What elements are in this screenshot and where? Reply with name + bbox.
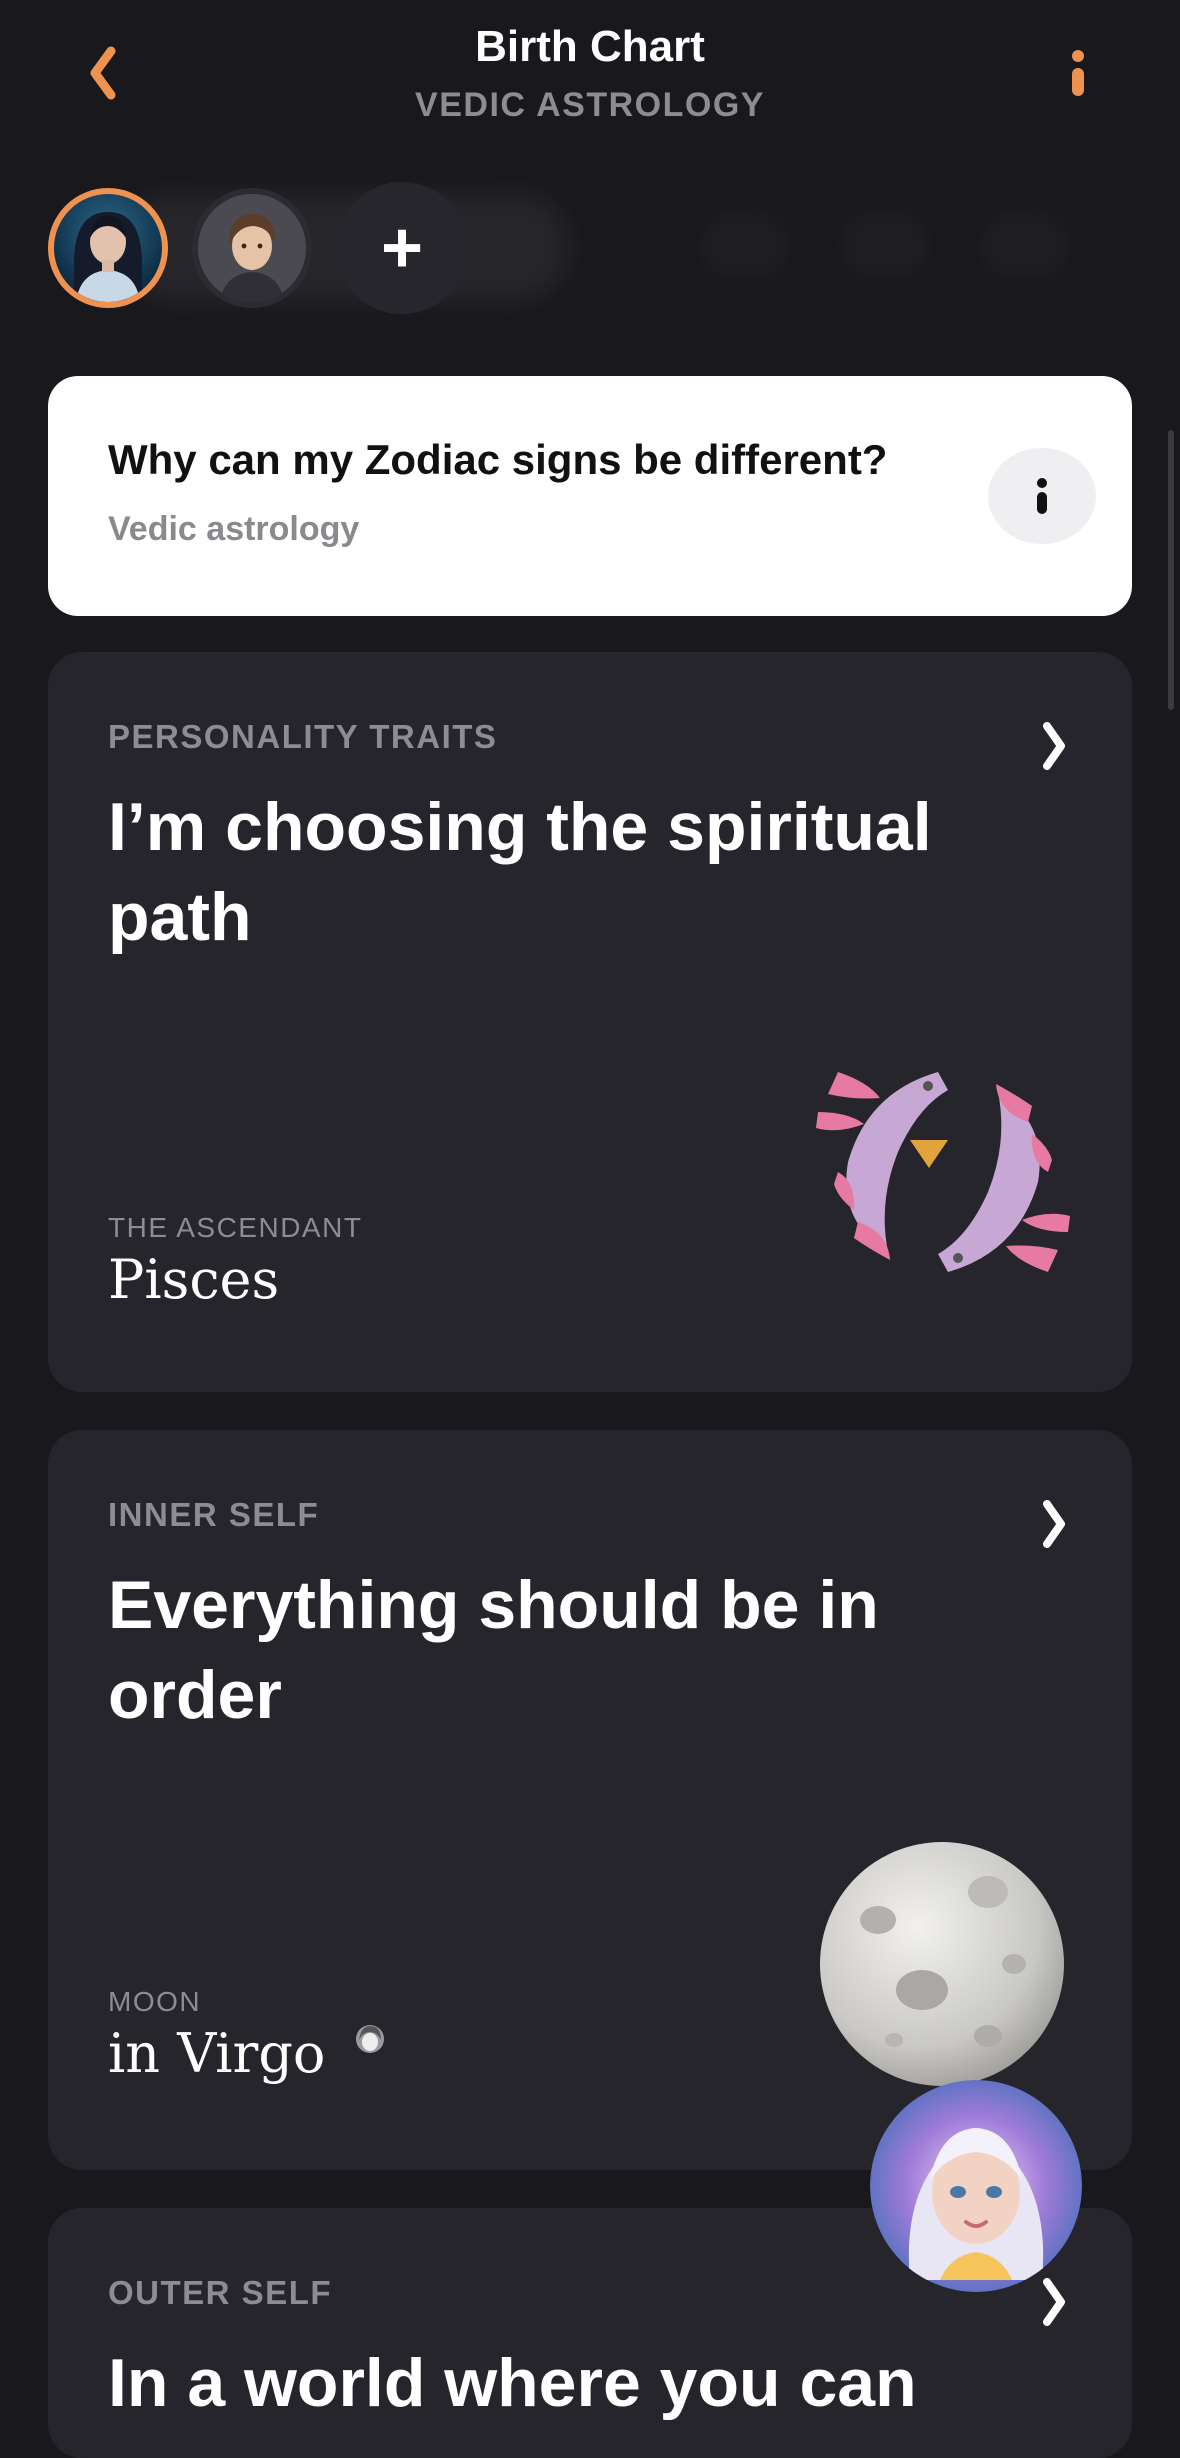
placeholder-blur [700, 210, 790, 280]
moon-icon [820, 1842, 1064, 2086]
card-value: Pisces [108, 1248, 280, 1311]
card-title: Everything should be in order [108, 1567, 879, 1733]
page-subtitle: VEDIC ASTROLOGY [415, 86, 765, 124]
card-value: in Virgo [108, 2022, 387, 2085]
card-title: I’m choosing the spiritual path [108, 789, 932, 955]
card-caption: THE ASCENDANT [108, 1212, 363, 1243]
assistant-avatar-button[interactable] [870, 2080, 1082, 2292]
scrollbar[interactable] [1168, 430, 1174, 710]
virgo-emoji-icon [355, 2025, 384, 2053]
chevron-right-icon[interactable] [1034, 716, 1074, 776]
zodiac-info-card[interactable]: Why can my Zodiac signs be different? Ve… [48, 376, 1132, 616]
pisces-icon [816, 1072, 1070, 1272]
avatar-man-icon [198, 194, 306, 302]
info-card-title: Why can my Zodiac signs be different? [108, 436, 888, 483]
card-caption: MOON [108, 1986, 202, 2017]
card-label: INNER SELF [108, 1496, 320, 1533]
add-profile-button[interactable]: + [336, 182, 468, 314]
personality-traits-card[interactable]: PERSONALITY TRAITS I’m choosing the spir… [48, 652, 1132, 1392]
profile-avatar[interactable] [192, 188, 312, 308]
top-bar: Birth Chart VEDIC ASTROLOGY [0, 0, 1180, 150]
info-button[interactable] [1048, 38, 1108, 108]
chevron-right-icon[interactable] [1034, 1494, 1074, 1554]
more-options-button[interactable] [988, 448, 1096, 544]
profile-avatar-selected[interactable] [48, 188, 168, 308]
avatar-woman-icon [74, 212, 142, 302]
inner-self-card[interactable]: INNER SELF Everything should be in order… [48, 1430, 1132, 2170]
assistant-avatar-icon [870, 2080, 1082, 2292]
page-title: Birth Chart [475, 22, 705, 71]
placeholder-blur [980, 210, 1070, 280]
card-label: PERSONALITY TRAITS [108, 718, 498, 755]
info-icon [1072, 50, 1084, 96]
card-title: In a world where you can [108, 2345, 917, 2421]
card-label: OUTER SELF [108, 2274, 333, 2311]
chevron-right-icon[interactable] [1034, 2272, 1074, 2332]
card-value-text: in Virgo [108, 2022, 326, 2085]
info-card-subtitle: Vedic astrology [108, 510, 360, 548]
plus-icon: + [380, 208, 424, 288]
placeholder-blur [840, 210, 930, 280]
info-dot-icon [1037, 478, 1047, 514]
